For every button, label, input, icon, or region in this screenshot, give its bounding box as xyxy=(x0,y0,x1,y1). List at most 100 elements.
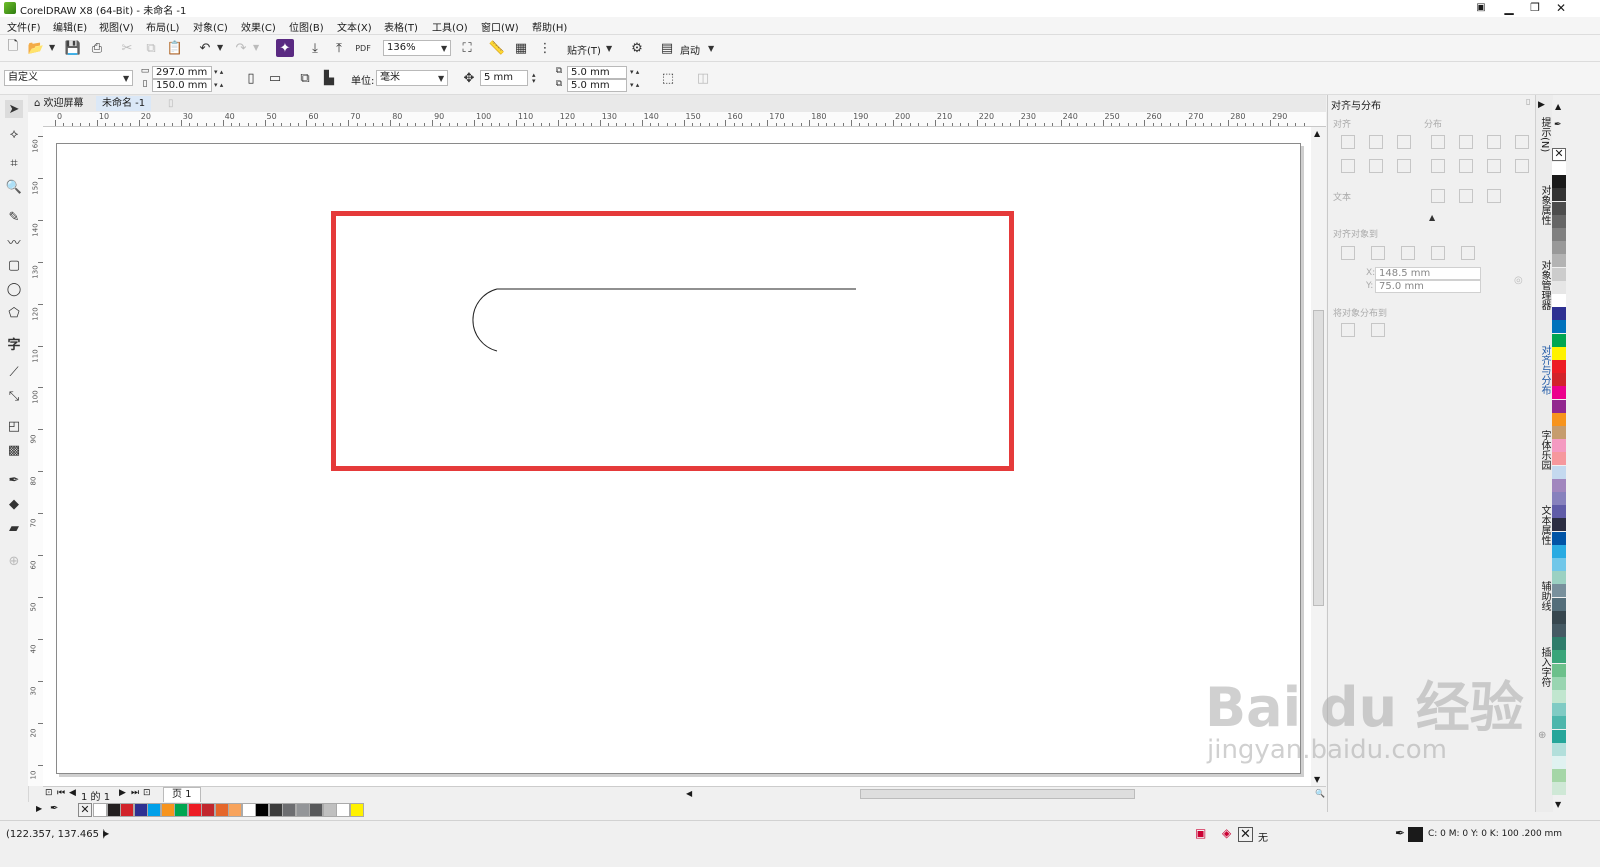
color-swatch[interactable] xyxy=(309,803,323,817)
tab-align-distribute[interactable]: 对齐与分布 xyxy=(1537,345,1552,395)
color-swatch[interactable] xyxy=(93,803,107,817)
palette-color-swatch[interactable] xyxy=(1552,386,1566,400)
align-left-icon[interactable] xyxy=(1341,135,1355,149)
color-proof-icon[interactable]: ▣ xyxy=(1195,826,1206,840)
palette-color-swatch[interactable] xyxy=(1552,241,1566,255)
color-swatch[interactable] xyxy=(336,803,350,817)
palette-color-swatch[interactable] xyxy=(1552,584,1566,598)
y-position-field[interactable]: 75.0 mm xyxy=(1375,280,1481,293)
text-bounding-box-icon[interactable] xyxy=(1487,189,1501,203)
palette-color-swatch[interactable] xyxy=(1552,624,1566,637)
color-swatch[interactable] xyxy=(120,803,134,817)
palette-scroll-down-icon[interactable]: ▼ xyxy=(1555,800,1561,809)
hook-curve-shape[interactable] xyxy=(472,288,856,352)
grid-icon[interactable] xyxy=(1431,246,1445,260)
palette-color-swatch[interactable] xyxy=(1552,478,1566,492)
palette-color-swatch[interactable] xyxy=(1552,439,1566,453)
x-position-field[interactable]: 148.5 mm xyxy=(1375,267,1481,280)
palette-color-swatch[interactable] xyxy=(1552,188,1566,202)
palette-color-swatch[interactable] xyxy=(1552,782,1566,796)
scroll-up-icon[interactable]: ▲ xyxy=(1314,129,1320,138)
palette-color-swatch[interactable] xyxy=(1552,162,1566,175)
tab-hints[interactable]: 提示(N) xyxy=(1537,117,1552,152)
first-page-icon[interactable]: ⏮ xyxy=(57,788,65,798)
palette-color-swatch[interactable] xyxy=(1552,571,1566,585)
docker-pin-icon[interactable]: ▯ xyxy=(1526,97,1530,106)
palette-color-swatch[interactable] xyxy=(1552,426,1566,439)
palette-color-swatch[interactable] xyxy=(1552,399,1566,413)
extent-of-page-icon[interactable] xyxy=(1371,323,1385,337)
palette-color-swatch[interactable] xyxy=(1552,254,1566,268)
fill-none-swatch[interactable]: ✕ xyxy=(1238,827,1253,842)
palette-color-swatch[interactable] xyxy=(1552,769,1566,783)
specified-point-icon[interactable] xyxy=(1461,246,1475,260)
last-page-icon[interactable]: ⏭ xyxy=(131,788,139,798)
pick-point-icon[interactable]: ◎ xyxy=(1514,275,1523,286)
tab-text-properties[interactable]: 文本属性 xyxy=(1537,505,1552,545)
horizontal-scroll-thumb[interactable] xyxy=(860,789,1135,799)
color-swatch[interactable] xyxy=(282,803,296,817)
palette-color-swatch[interactable] xyxy=(1552,465,1566,479)
tab-object-properties[interactable]: 对象属性 xyxy=(1537,185,1552,225)
color-swatch[interactable] xyxy=(241,803,256,817)
palette-color-swatch[interactable] xyxy=(1552,742,1566,756)
page-center-icon[interactable] xyxy=(1401,246,1415,260)
palette-no-color-swatch[interactable]: ✕ xyxy=(1552,148,1566,161)
color-swatch[interactable] xyxy=(187,803,202,817)
color-swatch[interactable] xyxy=(268,803,283,817)
no-color-swatch[interactable]: ✕ xyxy=(78,803,92,817)
scroll-left-icon[interactable]: ◀ xyxy=(686,789,692,798)
palette-color-swatch[interactable] xyxy=(1552,320,1566,334)
palette-color-swatch[interactable] xyxy=(1552,267,1566,281)
color-swatch[interactable] xyxy=(228,803,242,817)
palette-color-swatch[interactable] xyxy=(1552,544,1566,558)
color-swatch[interactable] xyxy=(349,803,364,817)
align-top-icon[interactable] xyxy=(1341,159,1355,173)
palette-eyedropper-right-icon[interactable]: ✒ xyxy=(1554,120,1562,130)
color-swatch[interactable] xyxy=(106,803,121,817)
color-swatch[interactable] xyxy=(133,803,148,817)
color-swatch[interactable] xyxy=(160,803,175,817)
palette-scroll-up-icon[interactable]: ▲ xyxy=(1555,102,1561,111)
add-docker-icon[interactable]: ⊕ xyxy=(1538,730,1546,741)
palette-eyedropper-icon[interactable]: ✒ xyxy=(50,803,58,814)
next-page-icon[interactable]: ▶ xyxy=(119,788,126,798)
tab-guidelines[interactable]: 辅助线 xyxy=(1537,581,1552,611)
palette-color-swatch[interactable] xyxy=(1552,346,1566,360)
distribute-bottom-icon[interactable] xyxy=(1487,159,1501,173)
text-last-baseline-icon[interactable] xyxy=(1459,189,1473,203)
palette-color-swatch[interactable] xyxy=(1552,531,1566,545)
add-page-before-icon[interactable]: ⊡ xyxy=(45,788,53,798)
tab-font-playground[interactable]: 字体乐园 xyxy=(1537,430,1552,470)
palette-color-swatch[interactable] xyxy=(1552,690,1566,703)
distribute-center-icon[interactable] xyxy=(1459,135,1473,149)
active-objects-icon[interactable] xyxy=(1341,246,1355,260)
status-expand-icon[interactable]: ▶ xyxy=(103,829,109,838)
palette-color-swatch[interactable] xyxy=(1552,412,1566,426)
palette-color-swatch[interactable] xyxy=(1552,201,1566,215)
text-first-baseline-icon[interactable] xyxy=(1431,189,1445,203)
align-bottom-icon[interactable] xyxy=(1397,159,1411,173)
palette-color-swatch[interactable] xyxy=(1552,558,1566,571)
palette-color-swatch[interactable] xyxy=(1552,373,1566,387)
palette-color-swatch[interactable] xyxy=(1552,729,1566,743)
align-right-icon[interactable] xyxy=(1397,135,1411,149)
color-swatch[interactable] xyxy=(322,803,337,817)
palette-color-swatch[interactable] xyxy=(1552,294,1566,307)
color-swatch[interactable] xyxy=(201,803,215,817)
palette-color-swatch[interactable] xyxy=(1552,650,1566,664)
align-center-horizontal-icon[interactable] xyxy=(1369,135,1383,149)
palette-color-swatch[interactable] xyxy=(1552,492,1566,505)
distribute-spacing-v-icon[interactable] xyxy=(1515,159,1529,173)
collapse-section-icon[interactable]: ▲ xyxy=(1429,213,1435,222)
palette-color-swatch[interactable] xyxy=(1552,676,1566,690)
palette-color-swatch[interactable] xyxy=(1552,333,1566,347)
distribute-middle-icon[interactable] xyxy=(1459,159,1473,173)
distribute-right-icon[interactable] xyxy=(1487,135,1501,149)
vertical-scroll-thumb[interactable] xyxy=(1313,310,1324,606)
palette-color-swatch[interactable] xyxy=(1552,610,1566,624)
palette-color-swatch[interactable] xyxy=(1552,228,1566,241)
palette-color-swatch[interactable] xyxy=(1552,505,1566,519)
tab-object-manager[interactable]: 对象管理器 xyxy=(1537,260,1552,310)
extent-of-selection-icon[interactable] xyxy=(1341,323,1355,337)
